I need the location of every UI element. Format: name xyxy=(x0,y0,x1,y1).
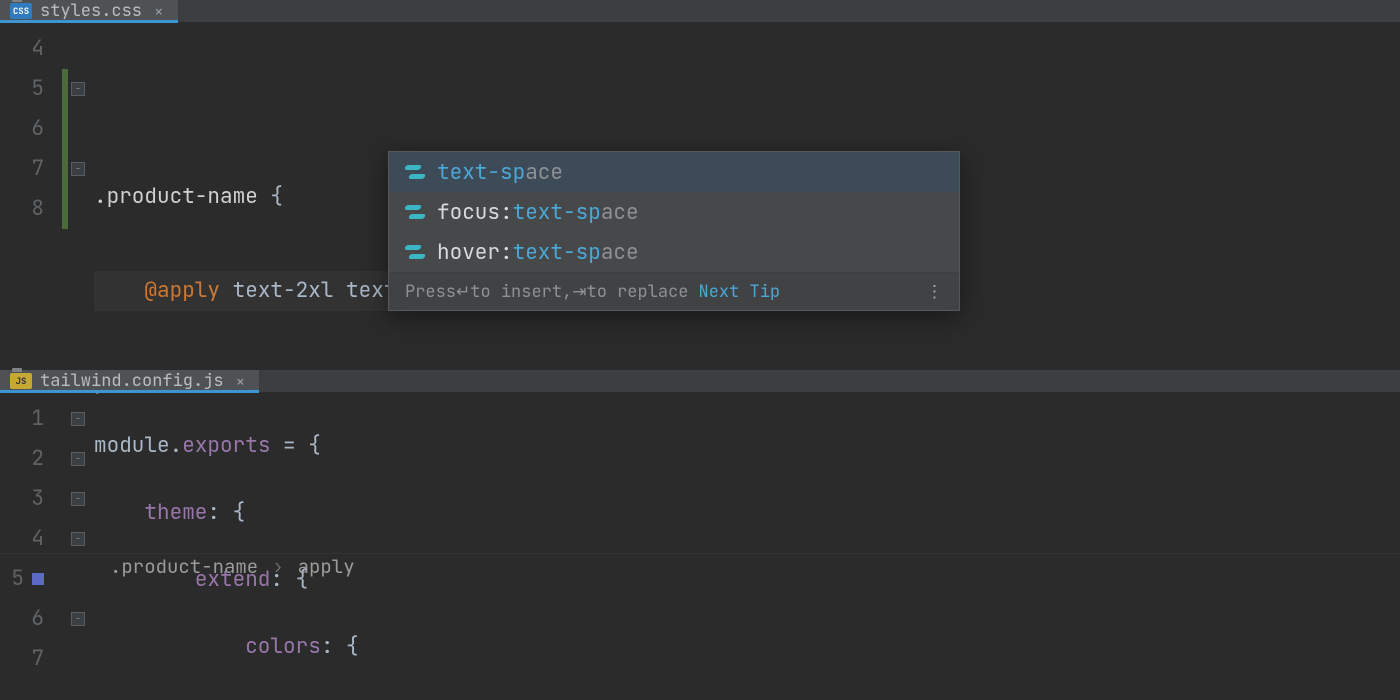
at-rule: @apply xyxy=(144,277,220,304)
code-body-js[interactable]: module.exports = { theme: { extend: { co… xyxy=(94,393,497,700)
tab-bar-top: CSS styles.css × xyxy=(0,0,1400,23)
tab-styles-css[interactable]: CSS styles.css × xyxy=(0,0,178,22)
fold-toggle-icon[interactable]: − xyxy=(71,82,85,96)
tab-filename: styles.css xyxy=(40,0,142,22)
close-tab-icon[interactable]: × xyxy=(154,1,164,22)
line-number: 7 xyxy=(0,149,62,189)
hint-text: to replace xyxy=(587,281,689,303)
suggestion-text: hover:text-space xyxy=(437,239,639,266)
line-number: 5 xyxy=(0,559,62,599)
line-number: 3 xyxy=(0,479,62,519)
fold-toggle-icon[interactable]: − xyxy=(71,452,85,466)
fold-column-js: − − − − − xyxy=(62,393,94,700)
color-swatch-icon[interactable] xyxy=(32,573,44,585)
editor-pane-js: JS tailwind.config.js × 1 2 3 4 5 6 7 − … xyxy=(0,370,1400,664)
brace: { xyxy=(270,183,283,210)
line-number: 5 xyxy=(0,69,62,109)
tab-filename: tailwind.config.js xyxy=(40,370,224,392)
enter-key-icon: ↵ xyxy=(456,281,470,303)
popup-footer: Press ↵ to insert, ⇥ to replace Next Tip… xyxy=(389,272,959,310)
tailwind-icon xyxy=(405,165,425,179)
tab-bar-bottom: JS tailwind.config.js × xyxy=(0,370,1400,393)
hint-text: to insert, xyxy=(470,281,572,303)
line-number: 1 xyxy=(0,399,62,439)
tab-tailwind-config[interactable]: JS tailwind.config.js × xyxy=(0,370,259,392)
hint-text: Press xyxy=(405,281,456,303)
css-selector: .product-name xyxy=(94,183,258,210)
line-number: 4 xyxy=(0,519,62,559)
editor-pane-css: CSS styles.css × 4 5 6 7 8 − − .product-… xyxy=(0,0,1400,370)
line-number: 7 xyxy=(0,639,62,679)
fold-toggle-icon[interactable]: − xyxy=(71,492,85,506)
more-options-icon[interactable]: ⋮ xyxy=(926,281,945,303)
code-area-js[interactable]: 1 2 3 4 5 6 7 − − − − − module.exports =… xyxy=(0,393,1400,700)
gutter-js: 1 2 3 4 5 6 7 xyxy=(0,393,62,700)
fold-toggle-icon[interactable]: − xyxy=(71,612,85,626)
tailwind-icon xyxy=(405,245,425,259)
vcs-change-bar xyxy=(62,69,68,229)
fold-toggle-icon[interactable]: − xyxy=(71,412,85,426)
suggestion-text: text-space xyxy=(437,159,563,186)
tab-key-icon: ⇥ xyxy=(572,281,586,303)
suggestion-item[interactable]: hover:text-space xyxy=(389,232,959,272)
suggestion-item[interactable]: text-space xyxy=(389,152,959,192)
suggestion-item[interactable]: focus:text-space xyxy=(389,192,959,232)
line-number: 2 xyxy=(0,439,62,479)
css-file-icon: CSS xyxy=(10,3,32,19)
line-number: 6 xyxy=(0,599,62,639)
line-number: 6 xyxy=(0,109,62,149)
js-file-icon: JS xyxy=(10,373,32,389)
suggestion-text: focus:text-space xyxy=(437,199,639,226)
fold-toggle-icon[interactable]: − xyxy=(71,532,85,546)
line-number: 4 xyxy=(0,29,62,69)
close-tab-icon[interactable]: × xyxy=(236,371,246,392)
line-number: 8 xyxy=(0,189,62,229)
fold-toggle-icon[interactable]: − xyxy=(71,162,85,176)
tailwind-icon xyxy=(405,205,425,219)
autocomplete-popup: text-space focus:text-space hover:text-s… xyxy=(388,151,960,311)
next-tip-link[interactable]: Next Tip xyxy=(699,281,781,303)
